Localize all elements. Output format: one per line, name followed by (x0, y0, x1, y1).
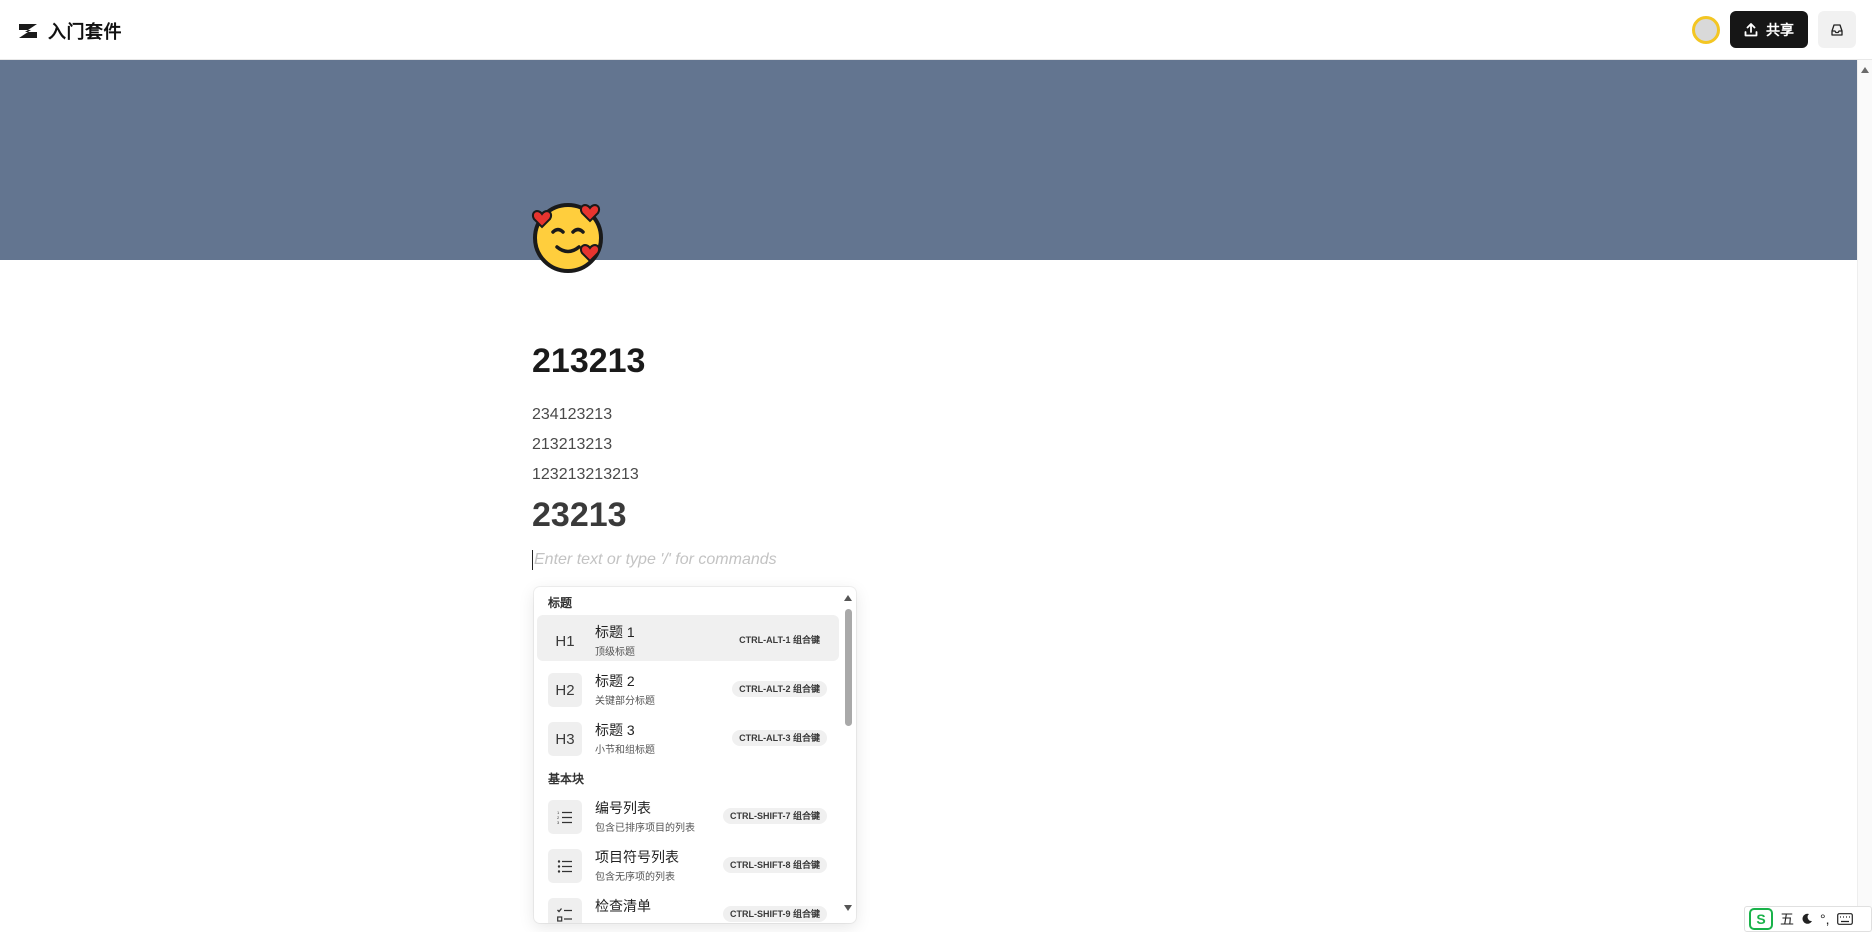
brand[interactable]: 入门套件 (18, 18, 122, 44)
ime-punctuation[interactable]: °, (1820, 911, 1830, 927)
text-caret (532, 550, 533, 570)
share-label: 共享 (1766, 21, 1794, 38)
menu-item-subtitle: 包含已排序项目的列表 (595, 823, 695, 834)
shortcut-badge: CTRL-SHIFT-7 组合键 (723, 808, 827, 824)
document-heading-1[interactable]: 213213 (532, 342, 645, 381)
svg-text:3: 3 (557, 820, 560, 825)
menu-item-title: 标题 1 (595, 624, 635, 640)
app-title: 入门套件 (48, 22, 122, 42)
shortcut-badge: CTRL-SHIFT-8 组合键 (723, 857, 827, 873)
menu-item-title: 编号列表 (595, 800, 651, 816)
scroll-down-arrow-icon[interactable] (844, 905, 852, 911)
heading-3-icon: H3 (548, 722, 582, 756)
menu-item-title: 标题 2 (595, 673, 635, 689)
scroll-up-arrow-icon[interactable] (844, 595, 852, 601)
menu-item-checklist[interactable]: 检查清单 CTRL-SHIFT-9 组合键 (537, 889, 839, 923)
user-avatar[interactable] (1692, 16, 1720, 44)
menu-item-numbered-list[interactable]: 1 2 3 编号列表 包含已排序项目的列表 CTRL-SHIFT-7 组合键 (537, 791, 839, 837)
inbox-icon (1831, 23, 1843, 36)
menu-item-bulleted-list[interactable]: 项目符号列表 包含无序项的列表 CTRL-SHIFT-8 组合键 (537, 840, 839, 886)
slash-command-menu: 标题 H1 标题 1 顶级标题 CTRL-ALT-1 组合键 H2 标题 2 关… (534, 587, 856, 923)
top-bar: 入门套件 共享 (0, 0, 1872, 60)
menu-item-title: 项目符号列表 (595, 849, 679, 865)
bulleted-list-icon (548, 849, 582, 883)
ime-toolbar: S 五 °, (1744, 906, 1872, 932)
menu-item-subtitle: 关键部分标题 (595, 696, 655, 707)
menu-section-basic-blocks: 基本块 (548, 772, 585, 786)
menu-item-title: 检查清单 (595, 898, 651, 914)
menu-item-subtitle: 包含无序项的列表 (595, 872, 675, 883)
sogou-logo-icon[interactable]: S (1749, 908, 1773, 930)
ime-mode[interactable]: 五 (1780, 909, 1794, 929)
editor-input-line[interactable]: Enter text or type '/' for commands (532, 550, 777, 570)
shortcut-badge: CTRL-SHIFT-9 组合键 (723, 906, 827, 922)
menu-item-subtitle: 小节和组标题 (595, 745, 655, 756)
page-scrollbar[interactable] (1857, 60, 1872, 932)
page-cover (0, 60, 1857, 260)
shortcut-badge: CTRL-ALT-2 组合键 (732, 681, 827, 697)
scroll-up-arrow-icon[interactable] (1861, 67, 1869, 73)
menu-item-heading-2[interactable]: H2 标题 2 关键部分标题 CTRL-ALT-2 组合键 (537, 664, 839, 710)
menu-item-subtitle: 顶级标题 (595, 647, 635, 658)
shortcut-badge: CTRL-ALT-3 组合键 (732, 730, 827, 746)
share-button[interactable]: 共享 (1730, 11, 1808, 48)
smiling-face-with-hearts-icon[interactable] (528, 196, 608, 276)
menu-item-heading-3[interactable]: H3 标题 3 小节和组标题 CTRL-ALT-3 组合键 (537, 713, 839, 759)
blocknote-logo-icon (19, 24, 37, 38)
shortcut-badge: CTRL-ALT-1 组合键 (739, 635, 820, 645)
inbox-button[interactable] (1818, 11, 1856, 48)
menu-scrollbar[interactable] (841, 587, 855, 923)
paragraph-block[interactable]: 123213213213 (532, 466, 639, 484)
heading-2-icon: H2 (548, 673, 582, 707)
editor-placeholder: Enter text or type '/' for commands (534, 551, 777, 568)
upload-icon (1744, 22, 1758, 36)
paragraph-block[interactable]: 213213213 (532, 436, 612, 454)
menu-section-headings: 标题 (548, 596, 573, 610)
scrollbar-thumb[interactable] (845, 609, 852, 726)
heading-1-icon: H1 (555, 632, 575, 650)
checklist-icon (548, 898, 582, 923)
numbered-list-icon: 1 2 3 (548, 800, 582, 834)
moon-icon[interactable] (1801, 913, 1813, 925)
menu-item-title: 标题 3 (595, 722, 635, 738)
document-heading-2[interactable]: 23213 (532, 496, 627, 535)
menu-item-heading-1[interactable]: H1 标题 1 顶级标题 CTRL-ALT-1 组合键 (537, 615, 839, 661)
paragraph-block[interactable]: 234123213 (532, 406, 612, 424)
keyboard-icon[interactable] (1836, 913, 1853, 925)
